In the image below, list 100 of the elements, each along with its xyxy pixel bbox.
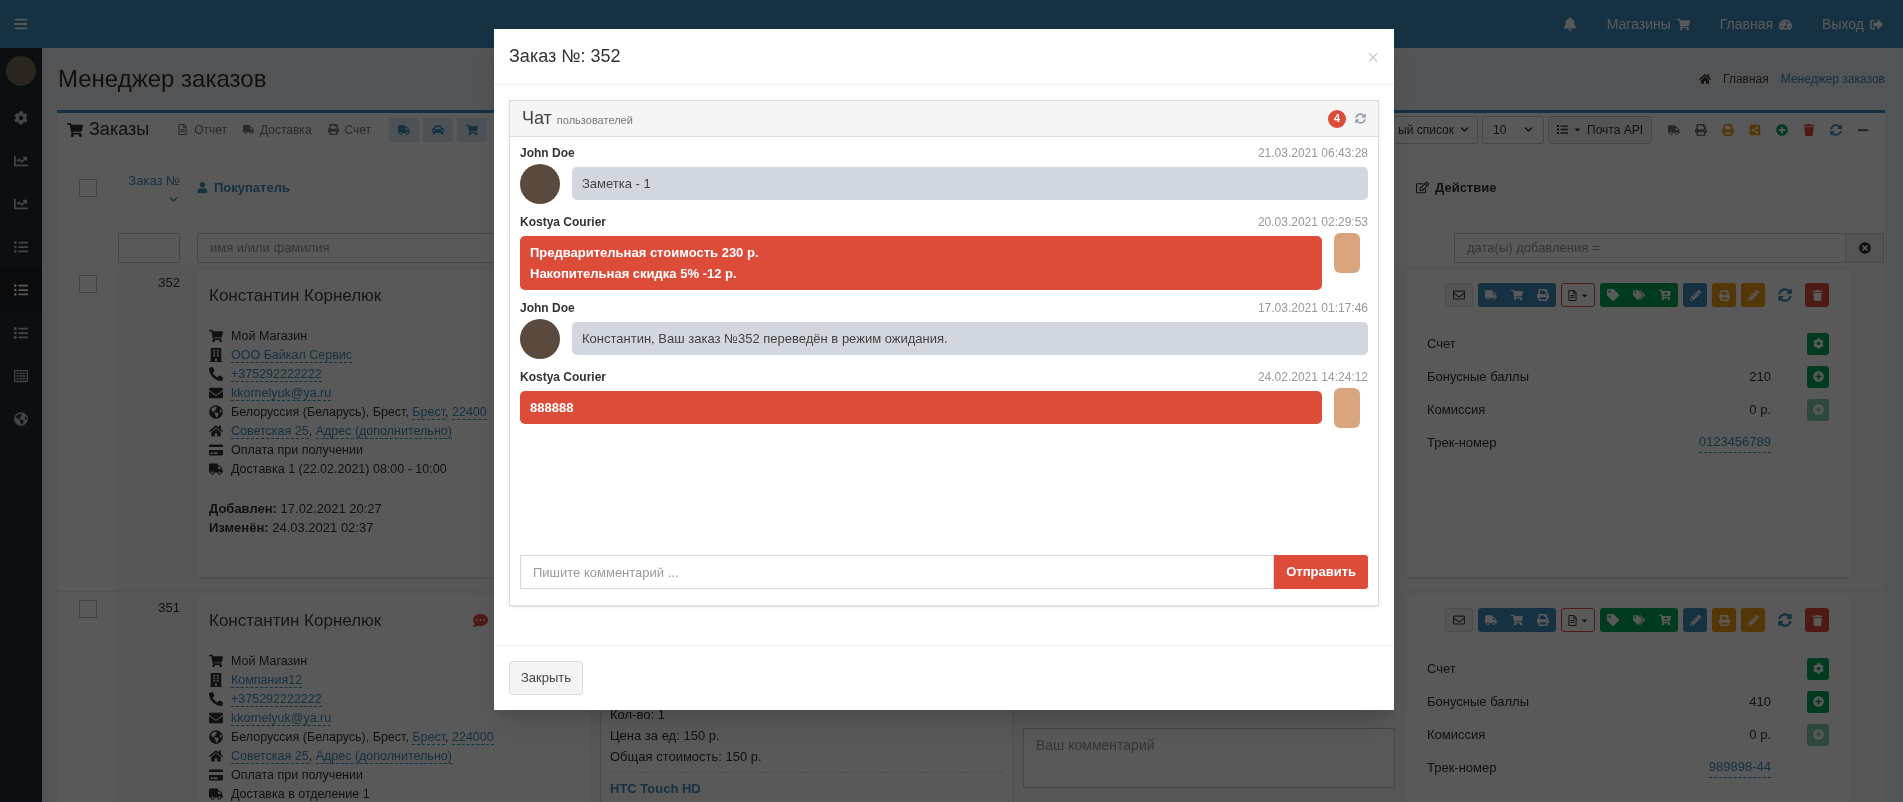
print-icon xyxy=(1537,289,1549,301)
info-label: Бонусные баллы xyxy=(1427,692,1531,711)
nav-link[interactable]: Магазины xyxy=(1606,13,1690,35)
row-checkbox[interactable] xyxy=(79,600,97,618)
comment-field[interactable]: Пишите комментарий ... xyxy=(520,555,1275,589)
breadcrumb-link[interactable]: Главная xyxy=(1723,70,1769,88)
pencil-icon xyxy=(1747,614,1759,626)
cart-add-button[interactable] xyxy=(1652,608,1678,632)
car-icon xyxy=(432,123,445,136)
edit-button[interactable] xyxy=(1741,283,1765,307)
settings-button[interactable] xyxy=(1807,657,1829,680)
plus-icon xyxy=(1812,404,1824,415)
mail-button[interactable] xyxy=(1445,283,1473,307)
print-button[interactable] xyxy=(1530,283,1556,307)
phone-link[interactable]: +375292222222 xyxy=(231,691,322,707)
add-button[interactable] xyxy=(1807,365,1829,388)
tracking-link[interactable]: 989898-44 xyxy=(1708,757,1771,778)
shop-text: Мой Магазин xyxy=(231,652,308,670)
select-all-checkbox[interactable] xyxy=(79,178,97,197)
mail-api-button[interactable]: Почта API xyxy=(1548,115,1652,144)
address-link[interactable]: Адрес (дополнительно) xyxy=(315,748,452,764)
column-header[interactable]: Покупатель xyxy=(214,177,290,198)
caret-icon xyxy=(1573,125,1582,134)
chat-subtitle: пользователей xyxy=(556,113,633,129)
address-link[interactable]: Адрес (дополнительно) xyxy=(315,423,452,439)
edit-button[interactable] xyxy=(1683,283,1707,307)
truck-icon[interactable] xyxy=(1668,123,1680,136)
city-link[interactable]: 22400 xyxy=(452,404,487,420)
delivery-button[interactable] xyxy=(1478,608,1504,632)
menu-icon[interactable] xyxy=(14,17,28,31)
settings-button[interactable] xyxy=(1807,332,1829,355)
clear-button[interactable] xyxy=(1846,232,1884,263)
edit-button[interactable] xyxy=(1683,608,1707,632)
edit-button[interactable] xyxy=(1741,608,1765,632)
company-link[interactable]: ООО Байкал Сервис xyxy=(231,347,353,363)
print-button[interactable] xyxy=(1530,608,1556,632)
bell-icon[interactable] xyxy=(1562,17,1577,31)
close-button[interactable]: Закрыть xyxy=(509,661,584,695)
shop-text: Мой Магазин xyxy=(231,327,308,345)
print-button[interactable] xyxy=(1712,283,1736,307)
delete-button[interactable] xyxy=(1805,608,1829,632)
share-icon[interactable] xyxy=(1749,123,1761,136)
delivery-button[interactable] xyxy=(1478,283,1504,307)
sidebar-item[interactable] xyxy=(0,268,42,311)
phone-link[interactable]: +375292222222 xyxy=(231,366,322,382)
author-name: Kostya Courier xyxy=(520,214,607,231)
company-link[interactable]: Компания12 xyxy=(231,672,303,688)
print-button[interactable] xyxy=(1712,608,1736,632)
cart-filter-button[interactable] xyxy=(457,117,488,142)
credit-card-icon xyxy=(209,443,223,457)
address-link[interactable]: Советская 25 xyxy=(231,423,309,439)
refresh-icon[interactable] xyxy=(1355,113,1366,124)
info-label: Бонусные баллы xyxy=(1427,367,1531,386)
plus-icon xyxy=(1812,729,1824,740)
phone-icon xyxy=(209,692,223,706)
delivery-text: Доставка в отделение 1 xyxy=(231,785,370,802)
delete-button[interactable] xyxy=(1805,283,1829,307)
refresh-icon[interactable] xyxy=(1778,288,1792,302)
city-link[interactable]: 224000 xyxy=(452,729,494,745)
print-icon[interactable] xyxy=(1695,123,1707,136)
per-page-select[interactable]: 10 xyxy=(1482,115,1544,144)
tag-button[interactable] xyxy=(1600,283,1626,307)
document-dropdown-button[interactable] xyxy=(1561,283,1595,307)
product-link[interactable]: HTC Touch HD xyxy=(610,781,701,796)
email-link[interactable]: kkornelyuk@ya.ru xyxy=(231,385,332,401)
value-text: 410 xyxy=(1749,692,1771,711)
refresh-icon[interactable] xyxy=(1778,613,1792,627)
tag-icon xyxy=(1607,614,1619,626)
info-label: Трек-номер xyxy=(1427,758,1498,777)
breadcrumb-link[interactable]: Менеджер заказов xyxy=(1780,70,1885,88)
truck-filter-button[interactable] xyxy=(389,117,420,142)
car-filter-button[interactable] xyxy=(423,117,454,142)
refresh-icon[interactable] xyxy=(1830,123,1842,136)
tag-button[interactable] xyxy=(1600,608,1626,632)
add-icon[interactable] xyxy=(1776,123,1788,136)
nav-link[interactable]: Выход xyxy=(1822,13,1883,35)
phone-icon xyxy=(209,367,223,381)
cart-icon xyxy=(1676,17,1690,31)
print-icon[interactable] xyxy=(1722,123,1734,136)
chat-icon[interactable] xyxy=(473,613,488,629)
info-label: Счет xyxy=(1427,334,1457,353)
nav-link[interactable]: Главная xyxy=(1719,13,1793,35)
trash-icon[interactable] xyxy=(1803,123,1815,136)
mail-button[interactable] xyxy=(1445,608,1473,632)
close-button[interactable]: × xyxy=(1367,46,1379,67)
address-link[interactable]: Советская 25 xyxy=(231,748,309,764)
document-dropdown-button[interactable] xyxy=(1561,608,1595,632)
payment-text: Оплата при получении xyxy=(231,766,363,784)
column-header[interactable]: Заказ № xyxy=(128,171,180,191)
cart-icon xyxy=(466,123,479,136)
print-icon xyxy=(327,124,339,135)
sort-icon[interactable] xyxy=(169,194,178,204)
cart-add-button[interactable] xyxy=(1652,283,1678,307)
row-checkbox[interactable] xyxy=(79,275,97,293)
avatar-placeholder xyxy=(520,319,560,359)
add-button[interactable] xyxy=(1807,690,1829,713)
home-icon xyxy=(209,749,223,763)
tracking-link[interactable]: 0123456789 xyxy=(1698,432,1771,453)
email-link[interactable]: kkornelyuk@ya.ru xyxy=(231,710,332,726)
send-button[interactable]: Отправить xyxy=(1274,555,1368,589)
